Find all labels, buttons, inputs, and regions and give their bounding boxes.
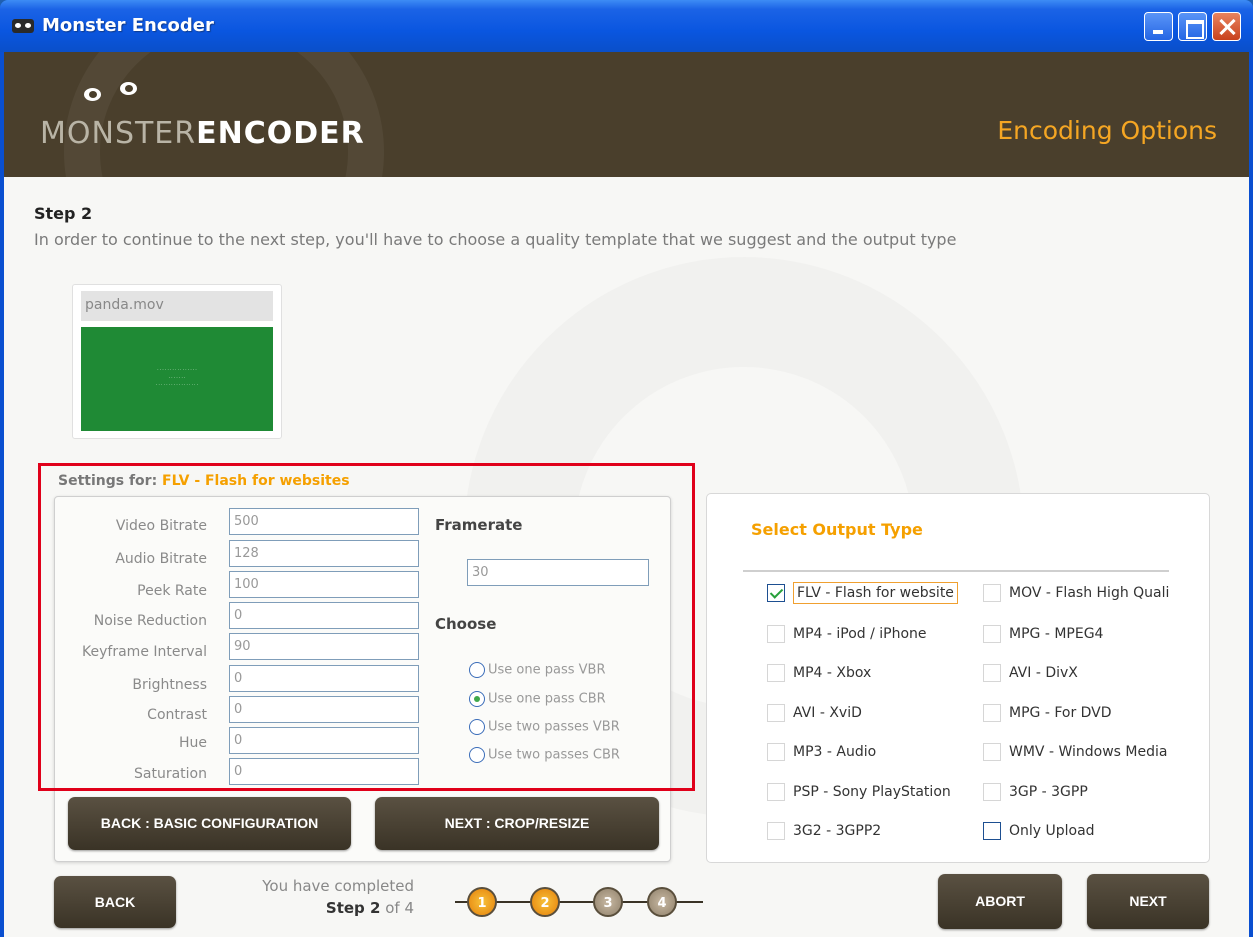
- output-option-mov[interactable]: MOV - Flash High Quali: [983, 584, 1169, 602]
- back-basic-configuration-button[interactable]: BACK : BASIC CONFIGURATION: [68, 797, 351, 850]
- checkbox-icon: [767, 704, 785, 722]
- close-button[interactable]: [1212, 12, 1241, 41]
- checkbox-icon: [983, 704, 1001, 722]
- output-option-3g2[interactable]: 3G2 - 3GPP2: [767, 822, 881, 840]
- step-indicator-1: 1: [467, 887, 497, 917]
- window-title: Monster Encoder: [42, 15, 214, 36]
- checkbox-icon: [767, 822, 785, 840]
- output-option-flv[interactable]: FLV - Flash for website: [767, 582, 958, 604]
- divider: [743, 570, 1169, 572]
- settings-highlight-frame: [38, 463, 695, 791]
- output-type-panel: Select Output Type FLV - Flash for websi…: [706, 493, 1210, 863]
- banner-swirl-decoration: [64, 52, 384, 177]
- checkbox-icon: [983, 664, 1001, 682]
- maximize-button[interactable]: [1178, 12, 1207, 41]
- output-option-mpg-mpeg4[interactable]: MPG - MPEG4: [983, 625, 1103, 643]
- back-button[interactable]: BACK: [54, 876, 176, 928]
- output-option-mp4-ipod[interactable]: MP4 - iPod / iPhone: [767, 625, 927, 643]
- output-option-psp[interactable]: PSP - Sony PlayStation: [767, 783, 951, 801]
- header-banner: MONSTERENCODER Encoding Options: [4, 52, 1249, 177]
- step-indicator-4: 4: [647, 887, 677, 917]
- checkbox-icon: [983, 743, 1001, 761]
- output-type-title: Select Output Type: [751, 520, 923, 539]
- output-option-wmv[interactable]: WMV - Windows Media: [983, 743, 1167, 761]
- output-option-avi-xvid[interactable]: AVI - XviD: [767, 704, 862, 722]
- output-option-mp4-xbox[interactable]: MP4 - Xbox: [767, 664, 871, 682]
- app-window: Monster Encoder MONSTERENCODER Encoding …: [0, 0, 1253, 937]
- next-button[interactable]: NEXT: [1087, 874, 1209, 929]
- app-logo: MONSTERENCODER: [40, 116, 365, 151]
- output-option-avi-divx[interactable]: AVI - DivX: [983, 664, 1078, 682]
- output-option-3gp[interactable]: 3GP - 3GPP: [983, 783, 1088, 801]
- checkbox-icon: [767, 783, 785, 801]
- next-crop-resize-button[interactable]: NEXT : CROP/RESIZE: [375, 797, 659, 850]
- step-indicator-2: 2: [530, 887, 560, 917]
- section-title: Encoding Options: [997, 116, 1217, 145]
- file-name: panda.mov: [81, 291, 273, 321]
- minimize-button[interactable]: [1144, 12, 1173, 41]
- checkbox-icon: [767, 743, 785, 761]
- output-option-only-upload[interactable]: Only Upload: [983, 822, 1095, 840]
- completion-status: You have completed Step 2 of 4: [262, 877, 414, 917]
- checkbox-icon: [983, 783, 1001, 801]
- checkbox-icon: [983, 822, 1001, 840]
- title-bar[interactable]: Monster Encoder: [0, 0, 1253, 52]
- output-option-mp3[interactable]: MP3 - Audio: [767, 743, 876, 761]
- checkbox-icon: [767, 625, 785, 643]
- file-thumbnail-card[interactable]: panda.mov · · · · · · · · · · · · · · · …: [72, 284, 282, 439]
- abort-button[interactable]: ABORT: [938, 874, 1062, 929]
- output-option-mpg-dvd[interactable]: MPG - For DVD: [983, 704, 1112, 722]
- checkbox-icon: [983, 584, 1001, 602]
- step-description: In order to continue to the next step, y…: [34, 230, 957, 249]
- checkbox-icon: [983, 625, 1001, 643]
- main-content: Step 2 In order to continue to the next …: [4, 177, 1249, 937]
- video-preview-image: · · · · · · · · · · · · · · · · · · · · …: [81, 327, 273, 431]
- step-indicator-3: 3: [593, 887, 623, 917]
- step-title: Step 2: [34, 204, 93, 223]
- monster-app-icon: [12, 19, 34, 33]
- checkbox-checked-icon: [767, 584, 785, 602]
- checkbox-icon: [767, 664, 785, 682]
